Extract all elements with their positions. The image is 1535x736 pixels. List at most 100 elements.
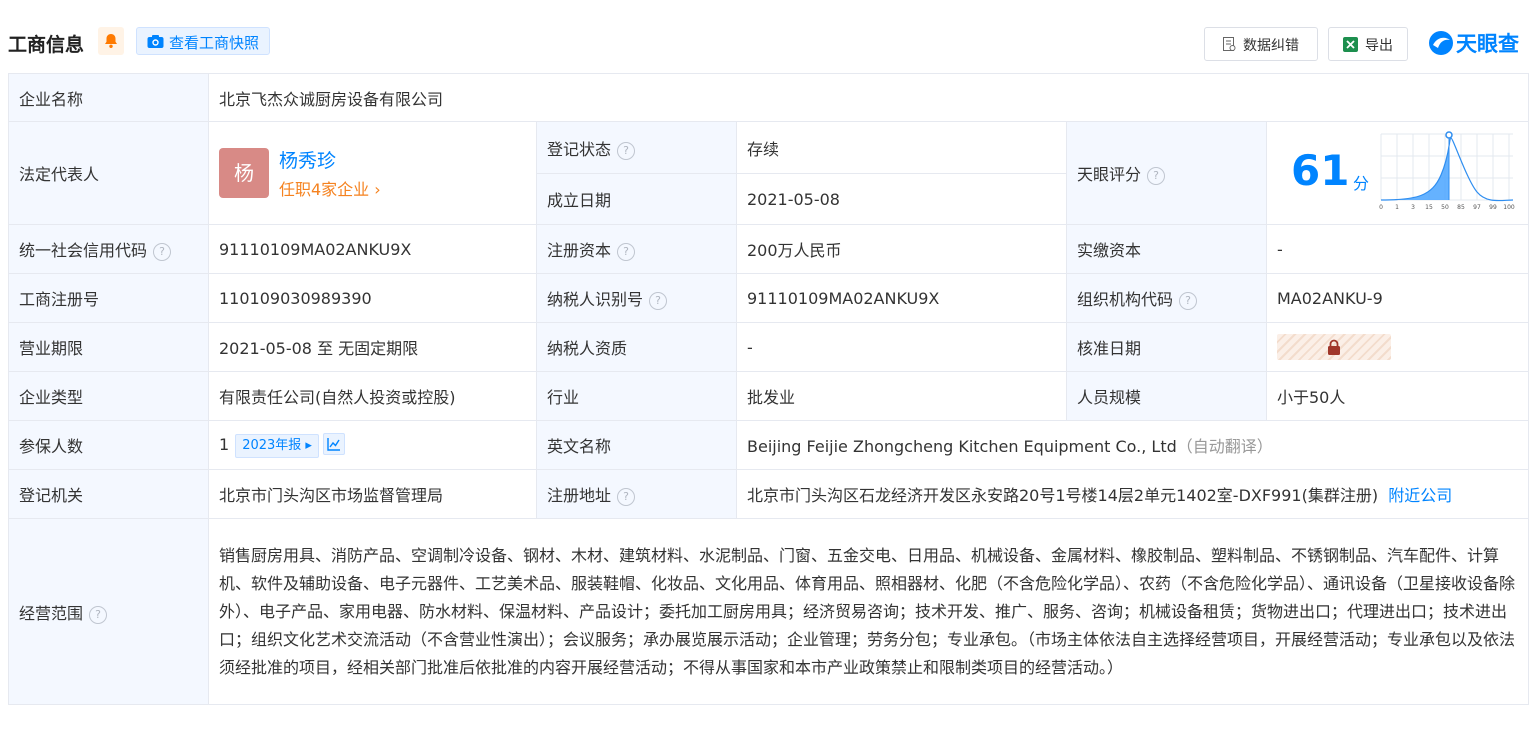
org-code-label: 组织机构代码?: [1066, 273, 1267, 323]
section-title: 工商信息: [8, 34, 85, 56]
type-value: 有限责任公司(自然人投资或控股): [208, 371, 537, 421]
paid-capital-value: -: [1265, 224, 1530, 274]
insured-label: 参保人数: [8, 420, 209, 470]
trend-chart-icon: [327, 437, 340, 451]
scope-label: 经营范围?: [8, 518, 209, 705]
table-row: 营业期限 2021-05-08 至 无固定期限 纳税人资质 - 核准日期: [8, 322, 1530, 372]
industry-value: 批发业: [736, 371, 1067, 421]
table-row: 登记机关 北京市门头沟区市场监督管理局 注册地址? 北京市门头沟区石龙经济开发区…: [8, 469, 1530, 519]
score-tick: 0: [1379, 204, 1383, 211]
logo-text: 天眼查: [1456, 32, 1519, 56]
help-icon[interactable]: ?: [617, 243, 636, 261]
auto-translate-note: （自动翻译）: [1176, 437, 1273, 456]
reg-status-label: 登记状态?: [536, 121, 737, 174]
score-tick: 97: [1473, 204, 1481, 211]
lock-icon: [1328, 339, 1340, 355]
taxpayer-id-label: 纳税人识别号?: [536, 273, 737, 323]
taxpayer-id-value: 91110109MA02ANKU9X: [736, 273, 1067, 323]
help-icon[interactable]: ?: [1179, 292, 1198, 310]
score-unit: 分: [1353, 174, 1370, 193]
help-icon[interactable]: ?: [649, 292, 668, 310]
reg-no-label: 工商注册号: [8, 273, 209, 323]
table-row: 经营范围? 销售厨房用具、消防产品、空调制冷设备、钢材、木材、建筑材料、水泥制品…: [8, 518, 1530, 705]
tianyancha-logo-icon: [1429, 31, 1453, 55]
type-label: 企业类型: [8, 371, 209, 421]
address-label: 注册地址?: [536, 469, 737, 519]
score-cell[interactable]: 61 分 0 1 3 15 50 85 97 99 100: [1265, 121, 1530, 225]
company-name: 北京飞杰众诚厨房设备有限公司: [207, 73, 1530, 122]
score-label: 天眼评分?: [1066, 121, 1267, 225]
score-tick: 85: [1457, 204, 1465, 211]
reg-capital-label: 注册资本?: [536, 224, 737, 274]
export-button[interactable]: 导出: [1328, 27, 1408, 61]
score-tick: 100: [1503, 204, 1515, 211]
score-distribution-chart: 0 1 3 15 50 85 97 99 100: [1379, 131, 1515, 211]
taxpayer-qual-value: -: [736, 322, 1067, 372]
legal-rep-cell: 杨 杨秀珍 任职4家企业 ›: [208, 121, 537, 225]
table-row: 企业名称 北京飞杰众诚厨房设备有限公司: [8, 73, 1530, 122]
nearby-companies-link[interactable]: 附近公司: [1388, 486, 1452, 505]
section-header: 工商信息 查看工商快照 数据纠错 导出 天眼查: [8, 26, 1528, 61]
view-snapshot-label: 查看工商快照: [169, 34, 260, 52]
table-row: 企业类型 有限责任公司(自然人投资或控股) 行业 批发业 人员规模 小于50人: [8, 371, 1530, 421]
authority-label: 登记机关: [8, 469, 209, 519]
score-tick: 99: [1489, 204, 1497, 211]
industry-label: 行业: [536, 371, 737, 421]
follow-bell-button[interactable]: [98, 27, 124, 55]
authority-value: 北京市门头沟区市场监督管理局: [208, 469, 537, 519]
export-label: 导出: [1365, 38, 1393, 54]
help-icon[interactable]: ?: [617, 488, 636, 506]
address-cell: 北京市门头沟区石龙经济开发区永安路20号1号楼14层2单元1402室-DXF99…: [735, 469, 1530, 519]
found-date-value: 2021-05-08: [736, 173, 1067, 225]
term-value: 2021-05-08 至 无固定期限: [208, 322, 537, 372]
reg-no-value: 110109030989390: [208, 273, 537, 323]
reg-capital-value: 200万人民币: [736, 224, 1067, 274]
score-tick: 15: [1425, 204, 1433, 211]
avatar[interactable]: 杨: [219, 148, 269, 198]
table-row: 参保人数 1 2023年报 ▸ 英文名称 Beijing Feijie Zhong…: [8, 420, 1530, 470]
help-icon[interactable]: ?: [1147, 167, 1166, 185]
company-name-label: 企业名称: [8, 73, 209, 122]
org-code-value: MA02ANKU-9: [1265, 273, 1530, 323]
bell-icon: [105, 34, 117, 48]
insured-cell: 1 2023年报 ▸: [208, 420, 537, 470]
help-icon[interactable]: ?: [89, 605, 108, 624]
term-label: 营业期限: [8, 322, 209, 372]
business-info-table: 企业名称 北京飞杰众诚厨房设备有限公司 法定代表人 杨 杨秀珍 任职4家企业 ›…: [8, 73, 1530, 705]
annual-report-tag[interactable]: 2023年报 ▸: [235, 433, 319, 458]
help-icon[interactable]: ?: [153, 243, 172, 261]
staff-value: 小于50人: [1265, 371, 1530, 421]
legal-rep-companies-link[interactable]: 任职4家企业 ›: [279, 176, 381, 200]
table-row: 统一社会信用代码? 91110109MA02ANKU9X 注册资本? 200万人…: [8, 224, 1530, 274]
data-correction-button[interactable]: 数据纠错: [1204, 27, 1318, 61]
approve-date-label: 核准日期: [1066, 322, 1267, 372]
trend-chart-button[interactable]: [322, 432, 345, 455]
en-name-value: Beijing Feijie Zhongcheng Kitchen Equipm…: [747, 437, 1177, 456]
paid-capital-label: 实缴资本: [1066, 224, 1267, 274]
score-tick: 50: [1441, 204, 1449, 211]
data-correction-label: 数据纠错: [1243, 38, 1299, 54]
address-value: 北京市门头沟区石龙经济开发区永安路20号1号楼14层2单元1402室-DXF99…: [747, 486, 1379, 505]
legal-rep-label: 法定代表人: [8, 121, 209, 225]
excel-icon: [1343, 37, 1358, 52]
score-tick: 3: [1411, 204, 1415, 211]
locked-content-button[interactable]: [1277, 334, 1391, 360]
en-name-label: 英文名称: [536, 420, 737, 470]
legal-rep-name-link[interactable]: 杨秀珍: [279, 146, 336, 173]
tianyancha-logo: 天眼查: [1428, 28, 1528, 58]
document-edit-icon: [1223, 37, 1236, 51]
credit-code-label: 统一社会信用代码?: [8, 224, 209, 274]
en-name-cell: Beijing Feijie Zhongcheng Kitchen Equipm…: [735, 420, 1530, 470]
staff-label: 人员规模: [1066, 371, 1267, 421]
approve-date-cell: [1265, 322, 1530, 372]
camera-icon: [147, 35, 164, 48]
score-tick-labels: 0 1 3 15 50 85 97 99 100: [1379, 204, 1515, 211]
table-row: 法定代表人 杨 杨秀珍 任职4家企业 › 登记状态? 存续 天眼评分? 61 分…: [8, 121, 1530, 225]
found-date-label: 成立日期: [536, 173, 737, 225]
score-value: 61: [1291, 146, 1350, 195]
view-snapshot-button[interactable]: 查看工商快照: [136, 27, 270, 55]
taxpayer-qual-label: 纳税人资质: [536, 322, 737, 372]
help-icon[interactable]: ?: [617, 141, 636, 160]
scope-value: 销售厨房用具、消防产品、空调制冷设备、钢材、木材、建筑材料、水泥制品、门窗、五金…: [207, 518, 1530, 705]
insured-value: 1: [219, 434, 230, 454]
